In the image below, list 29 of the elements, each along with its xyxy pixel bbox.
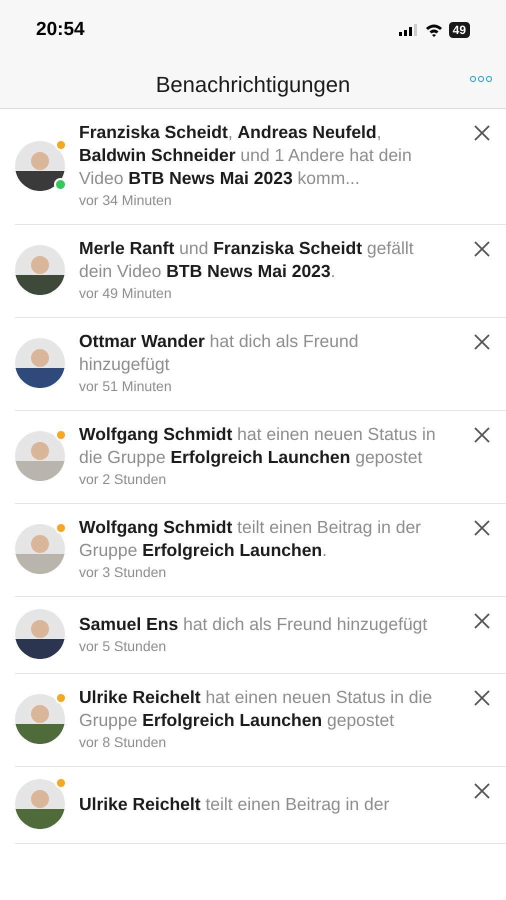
close-button[interactable] [472, 425, 492, 445]
page-title: Benachrichtigungen [156, 70, 350, 99]
close-button[interactable] [472, 332, 492, 352]
notification-time: vor 2 Stunden [79, 470, 168, 489]
battery-level: 49 [448, 22, 470, 38]
notification-text: Wolfgang Schmidt teilt einen Beitrag in der Gruppe Erfolgreich Launchen. [79, 516, 422, 562]
close-button[interactable] [472, 239, 492, 259]
notification-text: Wolfgang Schmidt hat einen neuen Status in die Gruppe Erfolgreich Launchen gepostet [79, 423, 437, 469]
status-time: 20:54 [36, 18, 85, 42]
close-button[interactable] [472, 123, 492, 143]
notification-text: Ulrike Reichelt hat einen neuen Status in die Gruppe Erfolgreich Launchen gepostet [79, 686, 434, 732]
wifi-icon [424, 24, 443, 36]
notification-text: Ulrike Reichelt teilt einen Beitrag in der [79, 792, 390, 816]
notification-text: Samuel Ens hat dich als Freund hinzugefügt [79, 612, 428, 636]
more-button[interactable] [468, 74, 494, 84]
notification-text: Merle Ranft und Franziska Scheidt gefällt dein Video BTB News Mai 2023. [79, 237, 415, 283]
close-button[interactable] [472, 781, 492, 801]
signal-icon [398, 24, 419, 36]
close-button[interactable] [472, 518, 492, 538]
close-button[interactable] [472, 611, 492, 631]
notification-text: Ottmar Wander hat dich als Freund hinzugefügt [79, 330, 360, 376]
notification-time: vor 3 Stunden [79, 563, 168, 582]
close-button[interactable] [472, 688, 492, 708]
notification-time: vor 8 Stunden [79, 733, 168, 752]
notification-time: vor 34 Minuten [79, 191, 173, 210]
notification-time: vor 49 Minuten [79, 284, 173, 303]
notification-time: vor 51 Minuten [79, 377, 173, 396]
notification-time: vor 5 Stunden [79, 636, 168, 656]
notification-text: Franziska Scheidt, Andreas Neufeld, Baldwin Schneider und 1 Andere hat dein Video BTB News Mai 2023 komm... [79, 121, 413, 190]
